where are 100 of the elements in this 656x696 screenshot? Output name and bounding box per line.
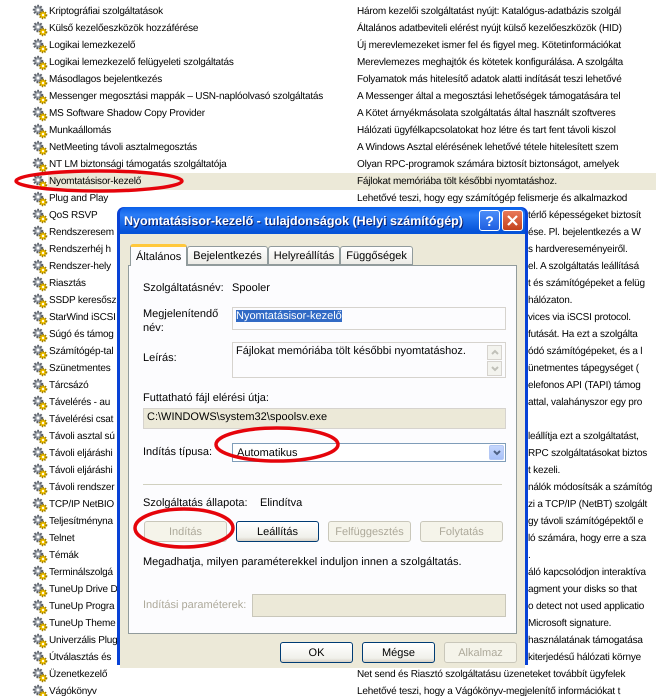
service-description: térlő képességeket biztosít [527,209,641,223]
service-name[interactable]: Teljesítményna [48,513,113,530]
service-name[interactable]: TuneUp Progra [48,598,114,615]
service-control-button[interactable]: Leállítás [236,521,319,542]
start-parameters-field[interactable] [252,594,506,617]
tab[interactable]: Bejelentkezés [187,246,268,265]
service-name[interactable]: Plug and Play [48,190,108,207]
service-description: s hardvereseményeiről. [527,243,628,257]
gear-icon [32,480,48,496]
service-name[interactable]: Rendszeresem [48,224,114,241]
gear-icon [32,344,48,360]
field-label: Megjelenítendő név: [143,307,220,335]
service-name[interactable]: StarWind iSCSI [48,309,116,326]
service-name[interactable]: Logikai lemezkezelő felügyeleti szolgáltatás [48,54,234,71]
service-description: Új merevlemezeket ismer fel és figyel meg. Kötetinformációkat [356,38,622,53]
gear-icon [32,582,48,598]
gear-icon [32,38,48,54]
gear-icon [32,514,48,530]
service-description: Lehetővé teszi, hogy egy számítógép felismerje és alkalmazkod [356,192,628,206]
service-name[interactable]: SSDP keresősz [48,292,116,309]
service-name[interactable]: Üzenetkezelő [48,666,108,683]
service-description: ló számára, hogy erre a sza [527,532,646,546]
path-field: C:\WINDOWS\system32\spoolsv.exe [143,408,506,429]
gear-icon [32,224,48,240]
service-description: ünetmentes tápegységet ( [527,362,639,376]
service-name[interactable]: Logikai lemezkezelő [48,37,136,54]
tab[interactable]: Függőségek [340,246,413,265]
service-name[interactable]: Univerzális Plug [48,632,118,649]
dialog-button[interactable]: Mégse [362,642,435,663]
gear-icon [32,360,48,376]
service-name[interactable]: Terminálszolgá [48,564,113,581]
service-name[interactable]: Telnet [48,530,74,547]
display-name-field[interactable]: Nyomtatásisor-kezelő [232,307,506,330]
service-description: Merevlemezes meghajtók és kötetek konfigurálása. A szolgálta [356,56,623,70]
service-name[interactable]: Távoli eljáráshi [48,445,112,462]
service-name[interactable]: Vágókönyv [48,683,97,696]
service-name[interactable]: Számítógép-tal [48,343,114,360]
service-name[interactable]: Távoli asztal sú [48,428,115,445]
field-label: Szolgáltatás állapota: [143,497,249,510]
service-name[interactable]: TuneUp Drive D [48,581,118,598]
hint-text: Megadhatja, milyen paraméterekkel induljon innen a szolgáltatás. [143,556,463,569]
service-name[interactable]: Súgó és támog [48,326,114,343]
tab[interactable]: Általános [130,244,188,266]
service-description: . [527,549,531,563]
service-description: Három kezelői szolgáltatást nyújt: Katalógus-adatbázis szolgál [356,5,621,19]
gear-icon [32,276,48,292]
service-description: attal, valahányszor egy pro [527,396,642,410]
service-name[interactable]: Külső kezelőeszközök hozzáférése [48,20,198,37]
service-description: A Messenger által a megosztási lehetőségek támogatására tel [356,90,620,104]
service-description: használatának támogatása [527,634,643,648]
service-name[interactable]: MS Software Shadow Copy Provider [48,105,205,122]
service-name[interactable]: Munkaállomás [48,122,112,139]
service-name[interactable]: Távelérés - au [48,394,110,411]
gear-icon [32,106,48,122]
close-button[interactable] [502,210,523,231]
service-name[interactable]: Messenger megosztási mappák – USN-naplóolvasó szolgáltatás [48,88,324,105]
service-name[interactable]: Témák [48,547,79,564]
service-name[interactable]: TCP/IP NetBIO [48,496,114,513]
service-description: Általános adatbeviteli elérést nyújt külső kezelőeszközök (HID) [356,21,622,36]
gear-icon [32,378,48,394]
service-name[interactable]: Útválasztás és [48,649,112,666]
description-field[interactable]: Fájlokat memóriába tölt későbbi nyomtatáshoz. [232,342,506,378]
gear-icon [32,462,48,478]
service-name[interactable]: Rendszerhéj h [48,241,111,258]
service-name[interactable]: Riasztás [48,275,86,292]
service-description: Hálózati ügyfélkapcsolatokat hoz létre és tart fent távoli kiszol [356,124,616,138]
service-name[interactable]: TuneUp Theme [48,615,116,632]
service-name[interactable]: Távelérési csat [48,411,114,428]
tab[interactable]: Helyreállítás [268,246,340,265]
service-name[interactable]: Szünetmentes [48,360,111,377]
gear-icon [32,190,48,206]
gear-icon [32,208,48,224]
service-name[interactable]: Távoli eljáráshi [48,462,112,479]
service-name[interactable]: Rendszer-hely [48,258,111,275]
service-name[interactable]: Tárcsázó [48,377,89,394]
service-name[interactable]: QoS RSVP [48,207,98,224]
chevron-down-icon [490,364,500,373]
field-label: Szolgáltatásnév: [143,282,225,295]
service-description: Net send és Riasztó szolgáltatásu üzeneteket továbbít ügyfelek [356,668,626,682]
service-name[interactable]: NT LM biztonsági támogatás szolgáltatója [48,156,226,173]
gear-icon [32,122,48,138]
service-description: t kezeli. [527,464,560,478]
dialog-button[interactable]: OK [280,642,353,663]
service-description: zi a TCP/IP (NetBT) szolgált [527,498,648,512]
help-button[interactable]: ? [479,210,500,231]
service-name[interactable]: Kriptográfiai szolgáltatások [48,3,163,20]
gear-icon [32,88,48,104]
service-name[interactable]: Nyomtatásisor-kezelő [48,173,356,190]
scroll-up-button[interactable] [487,345,502,360]
scroll-down-button[interactable] [487,361,502,376]
gear-icon [32,530,48,546]
service-name[interactable]: Másodlagos bejelentkezés [48,71,162,88]
gear-icon [32,548,48,564]
service-description: ése. Pl. bejelentkezés a W [527,226,641,240]
service-name[interactable]: Távoli rendszer [48,479,114,496]
service-status-value: Elindítva [260,497,302,510]
service-name[interactable]: NetMeeting távoli asztalmegosztás [48,139,197,156]
gear-icon [32,616,48,632]
service-description: agment your disks so that [527,583,637,597]
startup-type-dropdown[interactable]: Automatikus [232,443,506,462]
